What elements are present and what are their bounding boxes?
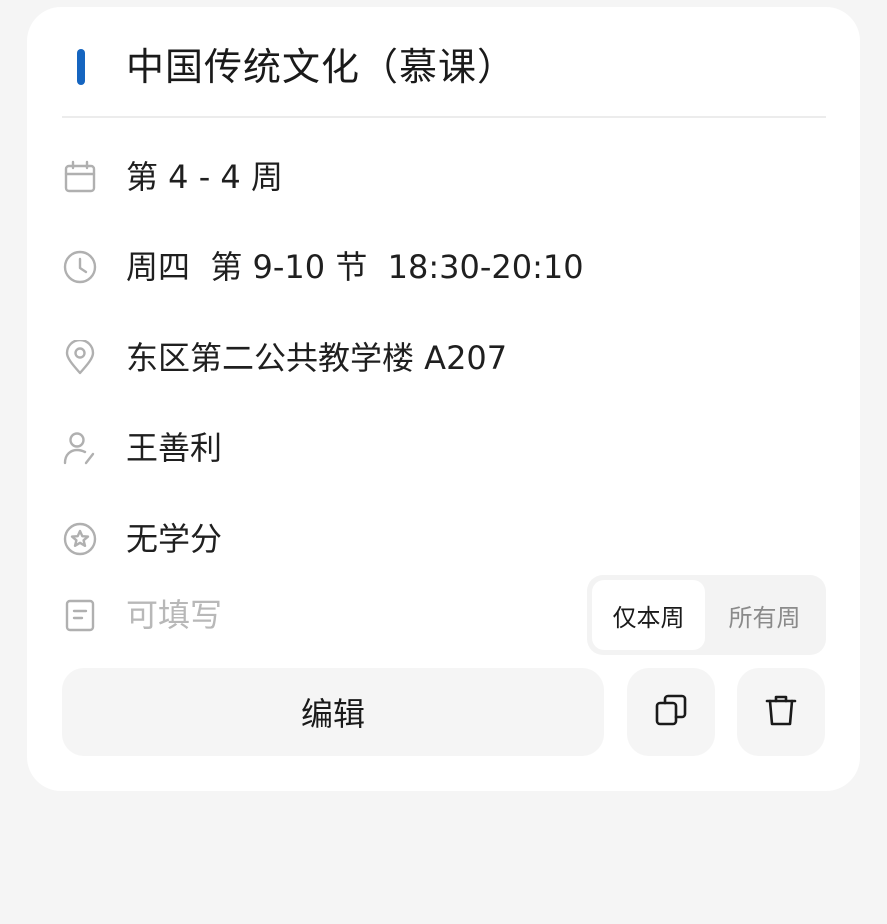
clock-icon (62, 249, 98, 285)
location-text: 东区第二公共教学楼 A207 (126, 339, 508, 377)
trash-icon (763, 692, 799, 732)
course-title: 中国传统文化（慕课） (126, 45, 517, 89)
copy-button[interactable] (627, 668, 715, 756)
location-pin-icon (62, 340, 98, 376)
note-icon (62, 597, 98, 633)
time-row[interactable]: 周四 第 9-10 节 18:30-20:10 (62, 239, 826, 295)
delete-button[interactable] (737, 668, 825, 756)
weeks-row[interactable]: 第 4 - 4 周 (62, 149, 826, 205)
copy-icon (653, 692, 689, 732)
time-text: 周四 第 9-10 节 18:30-20:10 (126, 248, 584, 286)
note-input[interactable]: 可填写 (126, 595, 222, 635)
teacher-row[interactable]: 王善利 (62, 420, 826, 476)
calendar-icon (62, 159, 98, 195)
week-scope-toggle: 仅本周 所有周 (587, 575, 826, 655)
edit-button[interactable]: 编辑 (62, 668, 604, 756)
credits-row[interactable]: 无学分 (62, 511, 826, 567)
divider (62, 116, 826, 118)
person-edit-icon (62, 430, 98, 466)
note-row[interactable]: 可填写 (62, 587, 542, 643)
weeks-text: 第 4 - 4 周 (126, 158, 283, 196)
credits-text: 无学分 (126, 520, 223, 558)
course-detail-card: 中国传统文化（慕课） 第 4 - 4 周 周四 第 9-10 节 18:30-2… (27, 7, 860, 791)
all-weeks-option[interactable]: 所有周 (708, 580, 821, 650)
teacher-text: 王善利 (126, 429, 223, 467)
course-color-bar (77, 49, 85, 85)
title-row: 中国传统文化（慕课） (27, 7, 860, 125)
this-week-option[interactable]: 仅本周 (592, 580, 705, 650)
star-badge-icon (62, 521, 98, 557)
location-row[interactable]: 东区第二公共教学楼 A207 (62, 330, 826, 386)
